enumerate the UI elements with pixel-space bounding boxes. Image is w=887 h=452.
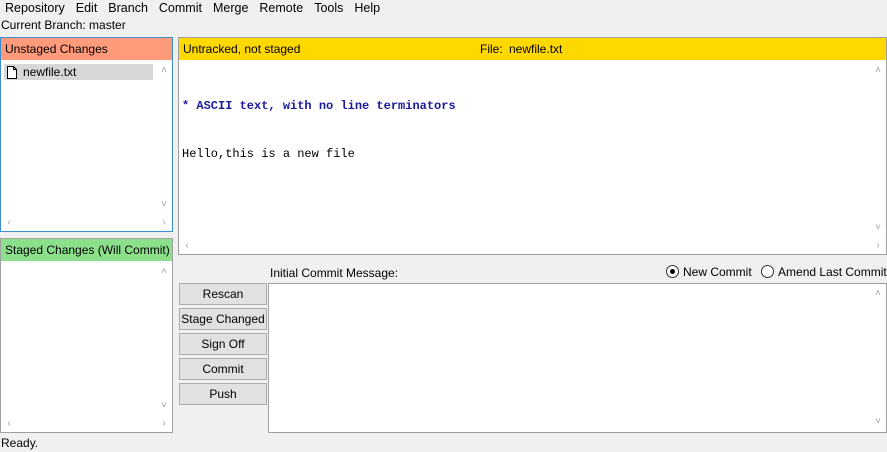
amend-commit-option[interactable]: Amend Last Commit [761,264,887,279]
scroll-up-arrow-icon[interactable]: ˄ [870,286,886,302]
menu-branch[interactable]: Branch [103,0,154,16]
file-name: newfile.txt [23,65,77,79]
diff-vertical-scrollbar[interactable]: ˄ ˅ [870,61,886,238]
diff-file-label: File: [480,42,503,56]
unstaged-changes-panel: Unstaged Changes newfile.txt ˄ ˅ ‹ › [0,37,173,232]
new-commit-option[interactable]: New Commit [666,264,755,279]
menu-edit[interactable]: Edit [71,0,104,16]
unstaged-vertical-scrollbar[interactable]: ˄ ˅ [156,61,172,215]
menu-remote[interactable]: Remote [254,0,309,16]
diff-header: Untracked, not staged File: newfile.txt [179,38,886,60]
staged-vertical-scrollbar[interactable]: ˄ ˅ [156,262,172,416]
scroll-left-arrow-icon[interactable]: ‹ [1,416,17,432]
commit-button[interactable]: Commit [179,358,267,380]
menu-commit[interactable]: Commit [154,0,208,16]
scroll-up-arrow-icon[interactable]: ˄ [156,264,172,280]
file-icon [7,65,17,79]
file-list-item[interactable]: newfile.txt [4,64,153,80]
diff-content[interactable]: * ASCII text, with no line terminators H… [182,66,456,194]
radio-unselected-icon[interactable] [761,265,775,279]
commit-message-input[interactable]: ˄ ˅ [268,283,887,433]
stage-changed-button[interactable]: Stage Changed [179,308,267,330]
status-bar: Ready. [1,436,39,450]
scroll-down-arrow-icon[interactable]: ˅ [870,220,886,236]
diff-status: Untracked, not staged [183,42,301,56]
staged-changes-panel: Staged Changes (Will Commit) ˄ ˅ ‹ › [0,238,173,433]
scroll-left-arrow-icon[interactable]: ‹ [179,238,195,254]
scroll-left-arrow-icon[interactable]: ‹ [1,215,17,231]
current-branch-label: Current Branch: master [1,18,126,32]
unstaged-horizontal-scrollbar[interactable]: ‹ › [1,215,172,231]
rescan-button[interactable]: Rescan [179,283,267,305]
menu-merge[interactable]: Merge [208,0,254,16]
scroll-right-arrow-icon[interactable]: › [870,238,886,254]
commit-message-vertical-scrollbar[interactable]: ˄ ˅ [870,284,886,432]
diff-info-line: * ASCII text, with no line terminators [182,99,456,113]
scroll-down-arrow-icon[interactable]: ˅ [156,398,172,414]
menu-tools[interactable]: Tools [309,0,349,16]
scroll-down-arrow-icon[interactable]: ˅ [156,197,172,213]
staged-horizontal-scrollbar[interactable]: ‹ › [1,416,172,432]
commit-mode-options: New Commit Amend Last Commit [666,264,887,279]
menu-help[interactable]: Help [349,0,386,16]
staged-changes-header: Staged Changes (Will Commit) [1,239,172,261]
menu-bar: Repository Edit Branch Commit Merge Remo… [0,0,887,16]
scroll-up-arrow-icon[interactable]: ˄ [156,63,172,79]
diff-panel: Untracked, not staged File: newfile.txt … [178,37,887,255]
scroll-down-arrow-icon[interactable]: ˅ [870,414,886,430]
diff-file-name: newfile.txt [509,42,563,56]
scroll-right-arrow-icon[interactable]: › [156,215,172,231]
diff-text-line: Hello,this is a new file [182,147,355,161]
push-button[interactable]: Push [179,383,267,405]
commit-message-label: Initial Commit Message: [270,266,399,280]
menu-repository[interactable]: Repository [0,0,71,16]
radio-selected-icon[interactable] [666,265,679,279]
scroll-right-arrow-icon[interactable]: › [156,416,172,432]
unstaged-changes-header: Unstaged Changes [1,38,172,60]
sign-off-button[interactable]: Sign Off [179,333,267,355]
diff-horizontal-scrollbar[interactable]: ‹ › [179,238,886,254]
scroll-up-arrow-icon[interactable]: ˄ [870,63,886,79]
